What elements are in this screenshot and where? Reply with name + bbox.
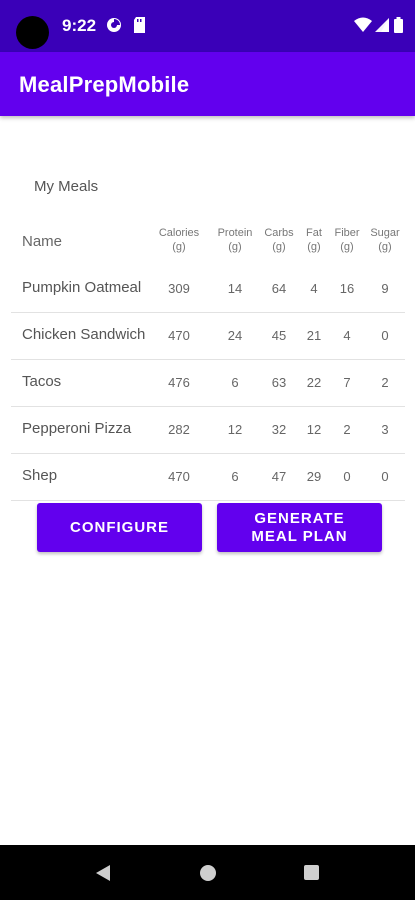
header-carbs-label: Carbs [264,227,294,239]
table-header: Name Calories (g) Protein (g) Carbs (g) Fat… [11,222,405,266]
cell-carbs: 47 [271,469,287,484]
header-fiber-label: Fiber [334,227,360,239]
meal-name: Chicken Sandwich [22,326,146,343]
header-fat-unit: (g) [307,241,321,253]
cell-sugar: 3 [381,422,389,437]
cell-calories: 476 [168,375,190,390]
sd-card-icon [133,17,146,38]
cell-carbs: 63 [271,375,287,390]
generate-label-line1: GENERATE [254,509,345,527]
cell-calories: 470 [168,469,190,484]
cell-calories: 282 [168,422,190,437]
cell-carbs: 32 [271,422,287,437]
signal-icon [375,17,389,38]
generate-label-line2: MEAL PLAN [251,527,348,545]
meal-name: Shep [22,467,58,484]
cell-protein: 24 [227,328,243,343]
system-nav-bar [0,845,415,900]
meals-table: Name Calories (g) Protein (g) Carbs (g) Fat… [11,222,405,501]
header-name: Name [22,233,63,250]
status-time: 9:22 [62,16,97,35]
header-protein: Protein (g) [213,226,257,254]
header-carbs: Carbs (g) [259,226,299,254]
cell-sugar: 0 [381,469,389,484]
header-protein-label: Protein [217,227,253,239]
data-saver-icon [106,17,122,38]
home-icon[interactable] [199,864,217,887]
header-sugar-unit: (g) [378,241,392,253]
app-bar: MealPrepMobile [0,52,415,116]
cell-carbs: 45 [271,328,287,343]
cell-sugar: 2 [381,375,389,390]
table-row[interactable]: Chicken Sandwich 470 24 45 21 4 0 [11,313,405,360]
header-calories: Calories (g) [157,226,201,254]
cell-fiber: 2 [343,422,351,437]
header-fat-label: Fat [306,227,322,239]
table-row[interactable]: Shep 470 6 47 29 0 0 [11,454,405,501]
header-protein-unit: (g) [228,241,242,253]
table-row[interactable]: Pepperoni Pizza 282 12 32 12 2 3 [11,407,405,454]
status-bar: 9:22 [0,0,415,52]
meal-name: Tacos [22,373,62,390]
camera-cutout [16,16,49,49]
cell-protein: 6 [231,375,239,390]
cell-sugar: 0 [381,328,389,343]
table-row[interactable]: Pumpkin Oatmeal 309 14 64 4 16 9 [11,266,405,313]
cell-carbs: 64 [271,281,287,296]
header-carbs-unit: (g) [272,241,286,253]
cell-fiber: 0 [343,469,351,484]
generate-meal-plan-button[interactable]: GENERATE MEAL PLAN [217,503,382,552]
header-sugar: Sugar (g) [364,226,406,254]
header-calories-label: Calories [158,227,200,239]
cell-fiber: 4 [343,328,351,343]
cell-fiber: 16 [339,281,355,296]
cell-sugar: 9 [381,281,389,296]
cell-protein: 14 [227,281,243,296]
wifi-icon [354,17,372,38]
configure-button[interactable]: CONFIGURE [37,503,202,552]
cell-calories: 309 [168,281,190,296]
cell-protein: 12 [227,422,243,437]
header-calories-unit: (g) [172,241,186,253]
section-title: My Meals [34,178,99,195]
meal-name: Pepperoni Pizza [22,420,132,437]
header-fiber-unit: (g) [340,241,354,253]
header-fiber: Fiber (g) [327,226,367,254]
back-icon[interactable] [94,864,112,887]
app-title: MealPrepMobile [19,72,190,97]
meal-name: Pumpkin Oatmeal [22,279,142,296]
cell-fiber: 7 [343,375,351,390]
battery-icon [394,17,403,38]
recents-icon[interactable] [303,864,320,886]
table-row[interactable]: Tacos 476 6 63 22 7 2 [11,360,405,407]
header-sugar-label: Sugar [370,227,400,239]
cell-calories: 470 [168,328,190,343]
cell-protein: 6 [231,469,239,484]
